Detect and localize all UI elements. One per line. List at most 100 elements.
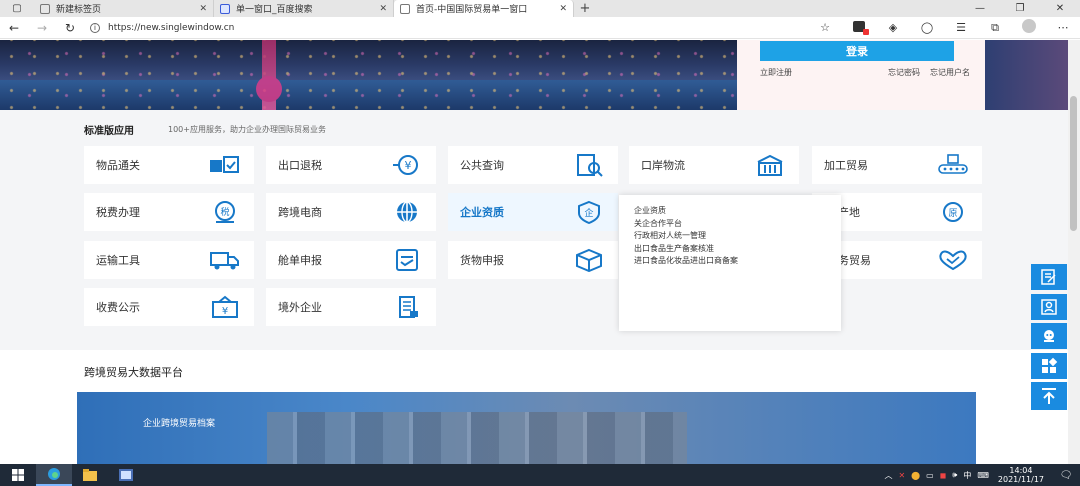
dropdown-item-customs-enterprise-platform[interactable]: 关企合作平台 <box>634 218 826 231</box>
section-subtitle: 100+应用服务，助力企业办理国际贸易业务 <box>168 125 326 134</box>
origin-icon: 原 <box>936 199 970 225</box>
tile-label: 舱单申报 <box>278 254 322 267</box>
processing-trade-icon <box>936 152 970 178</box>
new-tab-button[interactable]: + <box>574 0 596 17</box>
overseas-enterprise-icon <box>390 294 424 320</box>
tile-fee-notice[interactable]: 收费公示 ¥ <box>84 288 254 326</box>
dropdown-item-enterprise-qualification[interactable]: 企业资质 <box>634 205 826 218</box>
enterprise-qualification-icon: 企 <box>572 199 606 225</box>
banner-skyline <box>985 40 1068 110</box>
extension-icon[interactable] <box>842 20 876 35</box>
tab-baidu-search[interactable]: 单一窗口_百度搜索 ✕ <box>214 0 394 17</box>
favorites-list-icon[interactable]: ☰ <box>944 21 978 34</box>
login-panel: 登录 立即注册 忘记密码 忘记用户名 <box>737 40 985 110</box>
tile-transport[interactable]: 运输工具 <box>84 241 254 279</box>
close-icon[interactable]: ✕ <box>379 4 387 14</box>
transport-truck-icon <box>208 247 242 273</box>
tab-new-tab[interactable]: 新建标签页 ✕ <box>34 0 214 17</box>
tile-cargo-declaration[interactable]: 货物申报 <box>448 241 618 279</box>
profile-avatar[interactable] <box>1012 19 1046 36</box>
tile-cross-border-ecommerce[interactable]: 跨境电商 <box>266 193 436 231</box>
tile-label: 货物申报 <box>460 254 504 267</box>
tile-goods-clearance[interactable]: 物品通关 <box>84 146 254 184</box>
feedback-edit-icon[interactable] <box>1031 264 1067 290</box>
clock[interactable]: 14:04 2021/11/17 <box>998 466 1044 484</box>
network-icon[interactable]: ▭ <box>926 471 934 480</box>
collections-icon[interactable]: ◈ <box>876 21 910 34</box>
tile-enterprise-qualification[interactable]: 企业资质 企 <box>448 193 618 231</box>
apps-grid-icon[interactable] <box>1031 352 1067 379</box>
more-menu-icon[interactable]: ⋯ <box>1046 21 1080 34</box>
close-window-icon[interactable]: ✕ <box>1040 0 1080 17</box>
forgot-username-link[interactable]: 忘记用户名 <box>930 67 970 78</box>
bigdata-banner[interactable]: 企业跨境贸易档案 <box>77 392 976 464</box>
tile-processing-trade[interactable]: 加工贸易 <box>812 146 982 184</box>
login-button[interactable]: 登录 <box>760 41 954 61</box>
ime-indicator[interactable]: 中 <box>963 470 971 481</box>
volume-icon[interactable]: 🕪 <box>952 470 957 480</box>
tab-actions-icon[interactable]: ▢ <box>0 0 34 17</box>
register-link[interactable]: 立即注册 <box>760 67 792 78</box>
show-hidden-icons-icon[interactable]: ︿ <box>884 470 892 481</box>
window-controls: — ❐ ✕ <box>960 0 1080 17</box>
app-tray-icon[interactable]: ⬤ <box>911 471 920 480</box>
tab-label: 新建标签页 <box>56 5 102 15</box>
file-explorer-icon[interactable] <box>72 464 108 486</box>
tile-label: 境外企业 <box>278 301 322 314</box>
tile-tax-handling[interactable]: 税费办理 税 <box>84 193 254 231</box>
goods-clearance-icon <box>208 152 242 178</box>
clock-date: 2021/11/17 <box>997 475 1044 484</box>
contact-card-icon[interactable] <box>1031 293 1067 320</box>
bigdata-banner-label: 企业跨境贸易档案 <box>143 419 216 429</box>
windows-start-icon[interactable] <box>0 469 36 481</box>
tab-singlewindow-home[interactable]: 首页-中国国际贸易单一窗口 ✕ <box>394 0 574 17</box>
edge-browser-icon[interactable] <box>36 464 72 486</box>
scroll-thumb[interactable] <box>1070 96 1077 231</box>
back-to-top-icon[interactable] <box>1031 382 1067 410</box>
bigdata-section-title: 跨境贸易大数据平台 <box>84 366 183 379</box>
login-links: 立即注册 忘记密码 忘记用户名 <box>760 67 970 78</box>
collections-list-icon[interactable]: ⧉ <box>978 21 1012 35</box>
svg-text:¥: ¥ <box>222 306 228 317</box>
site-info-icon[interactable]: i <box>90 22 100 33</box>
dropdown-item-export-food-filing[interactable]: 出口食品生产备案核准 <box>634 243 826 256</box>
forward-icon[interactable]: → <box>28 21 56 35</box>
close-icon[interactable]: ✕ <box>199 4 207 14</box>
system-tray: ︿ ✕ ⬤ ▭ ◼ 🕪 中 ⌨ 14:04 2021/11/17 🗨 <box>881 466 1080 484</box>
customer-service-icon[interactable] <box>1031 323 1067 349</box>
close-icon[interactable]: ✕ <box>559 4 567 14</box>
refresh-extension-icon[interactable]: ◯ <box>910 21 944 34</box>
input-method-icon[interactable]: ⌨ <box>977 471 989 480</box>
tile-overseas-enterprise[interactable]: 境外企业 <box>266 288 436 326</box>
tile-public-query[interactable]: 公共查询 <box>448 146 618 184</box>
tile-port-logistics[interactable]: 口岸物流 <box>629 146 799 184</box>
dropdown-item-import-food-cosmetics[interactable]: 进口食品化妆品进出口商备案 <box>634 255 826 268</box>
url-text: https://new.singlewindow.cn <box>108 22 235 33</box>
security-tray-icon[interactable]: ✕ <box>898 471 905 480</box>
favorite-star-icon[interactable]: ☆ <box>808 21 842 34</box>
minimize-icon[interactable]: — <box>960 0 1000 17</box>
tab-label: 单一窗口_百度搜索 <box>236 5 313 15</box>
port-logistics-icon <box>753 152 787 178</box>
svg-text:原: 原 <box>948 208 957 219</box>
side-toolbar <box>1031 264 1067 414</box>
refresh-icon[interactable]: ↻ <box>56 21 84 35</box>
tile-label: 口岸物流 <box>641 159 685 172</box>
export-tax-refund-icon: ¥ <box>390 152 424 178</box>
address-bar[interactable]: i https://new.singlewindow.cn <box>90 19 780 37</box>
app-window-icon[interactable] <box>108 464 144 486</box>
tile-export-tax-refund[interactable]: 出口退税 ¥ <box>266 146 436 184</box>
restore-icon[interactable]: ❐ <box>1000 0 1040 17</box>
notification-center-icon[interactable]: 🗨 <box>1052 470 1080 481</box>
forgot-password-link[interactable]: 忘记密码 <box>888 67 920 78</box>
page-scrollbar[interactable] <box>1068 40 1080 464</box>
back-icon[interactable]: ← <box>0 21 28 35</box>
tile-manifest-declaration[interactable]: 舱单申报 <box>266 241 436 279</box>
public-query-icon <box>572 152 606 178</box>
tab-label: 首页-中国国际贸易单一窗口 <box>416 5 528 15</box>
chat-tray-icon[interactable]: ◼ <box>940 471 947 480</box>
tile-label: 物品通关 <box>96 159 140 172</box>
dropdown-item-admin-counterpart[interactable]: 行政相对人统一管理 <box>634 230 826 243</box>
clock-time: 14:04 <box>1009 466 1033 475</box>
handshake-icon <box>936 247 970 273</box>
